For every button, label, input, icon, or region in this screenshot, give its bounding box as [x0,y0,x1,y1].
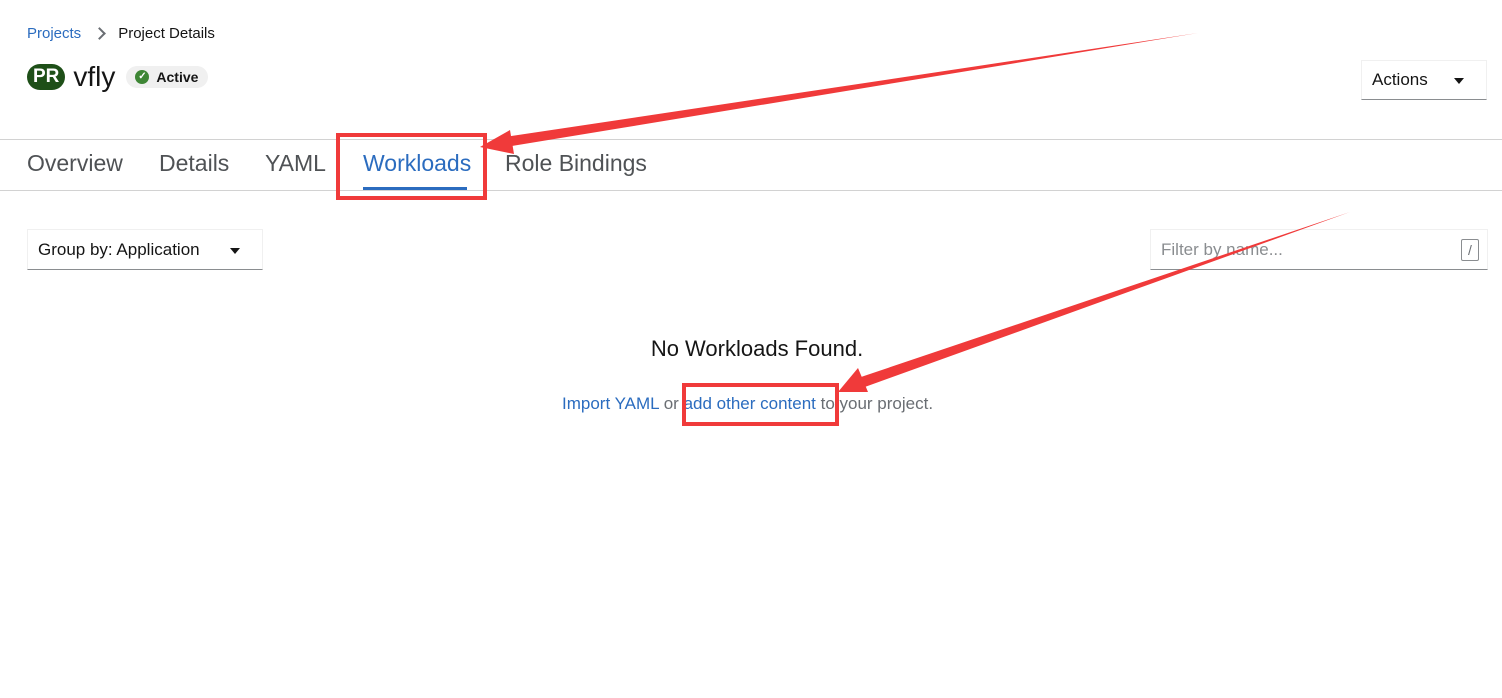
actions-label: Actions [1372,70,1428,89]
page-title: PR vfly ✓ Active [27,61,209,93]
tabs-divider-bottom [0,190,1502,191]
group-by-dropdown[interactable]: Group by: Application [27,229,263,270]
caret-down-icon [1454,78,1464,84]
empty-state-or: or [659,394,684,413]
check-circle-icon: ✓ [135,70,150,84]
empty-state-title: No Workloads Found. [650,336,864,361]
breadcrumb-current: Project Details [118,25,215,42]
keyboard-shortcut-hint: / [1461,239,1479,261]
annotation-arrowhead-add-content [838,368,868,392]
status-label: Active [156,69,199,85]
tab-role-bindings[interactable]: Role Bindings [505,150,647,177]
chevron-right-icon [93,27,107,40]
caret-down-icon [230,248,240,254]
group-by-label: Group by: Application [38,239,200,259]
project-resource-badge: PR [27,64,66,90]
tab-details[interactable]: Details [159,150,229,177]
status-badge: ✓ Active [126,66,209,88]
breadcrumb-projects-link[interactable]: Projects [27,25,81,42]
annotation-arrow-to-workloads [505,33,1198,147]
filter-by-name-input[interactable] [1151,230,1453,270]
annotation-highlight-add-content [682,383,839,426]
tab-overview[interactable]: Overview [27,150,123,177]
actions-dropdown[interactable]: Actions [1361,60,1487,100]
breadcrumb: Projects Project Details [27,25,215,42]
filter-field: / [1150,229,1488,270]
tabs-divider-top [0,139,1502,140]
annotation-highlight-workloads [336,133,487,200]
import-yaml-link[interactable]: Import YAML [562,394,659,413]
project-name: vfly [73,61,116,92]
tab-yaml[interactable]: YAML [265,150,326,177]
